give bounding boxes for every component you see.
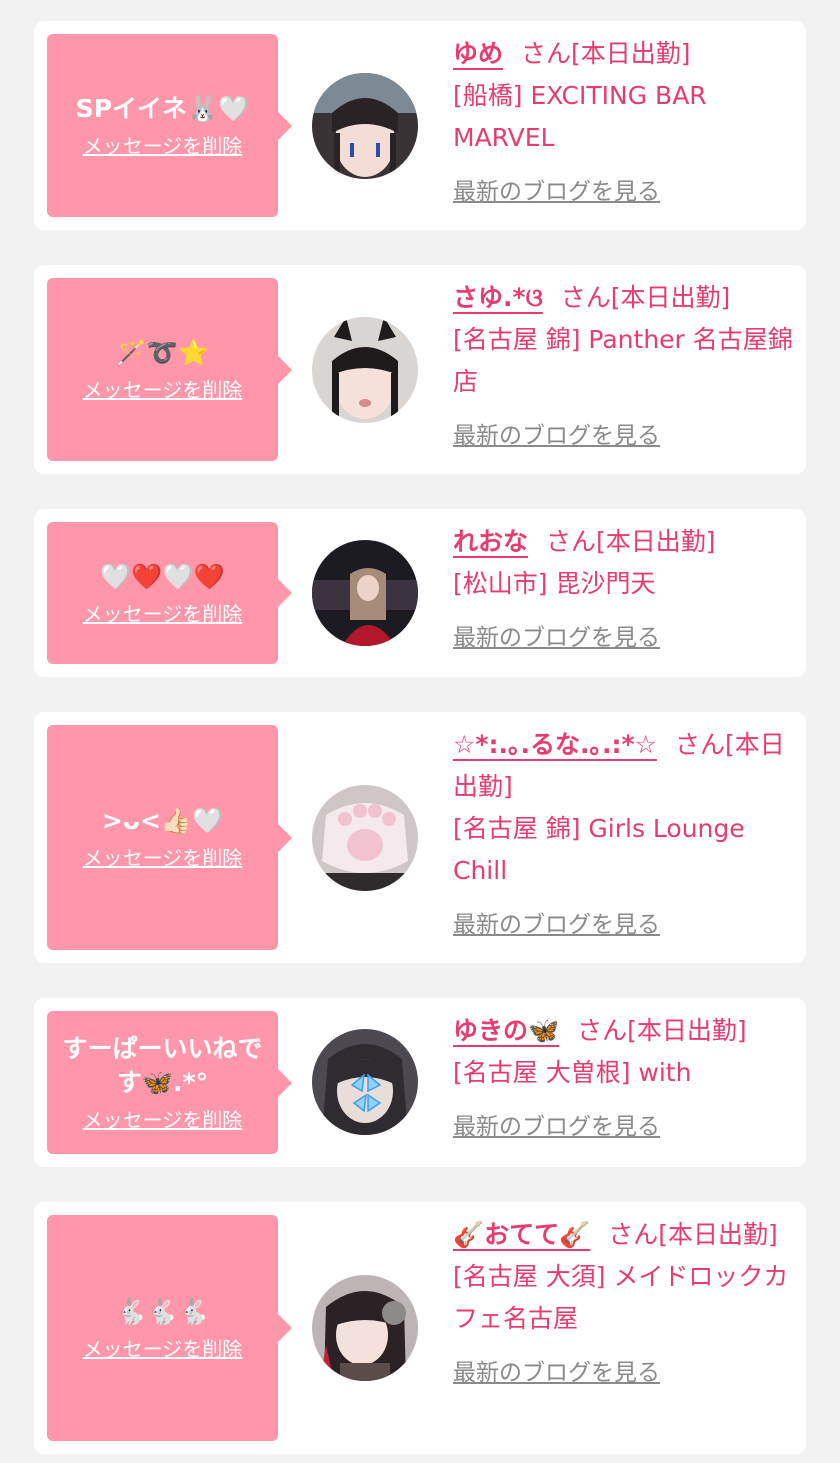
delete-message-link[interactable]: メッセージを削除 [83,374,243,403]
cast-info: 🎸おてて🎸 さん[本日出勤] [名古屋 大須] メイドロックカフェ名古屋 最新のブ… [453,1214,798,1394]
avatar[interactable] [312,317,418,423]
avatar[interactable] [312,1275,418,1381]
list-item: SPイイネ🐰🤍 メッセージを削除 ゆめ さん[本日出勤] [船橋] EXCITIN… [34,21,806,230]
cast-status: さん[本日出勤] [521,39,691,68]
shop-name: [船橋] EXCITING BAR MARVEL [453,81,707,152]
cast-name-link[interactable]: ゆめ [453,39,503,68]
latest-blog-link[interactable]: 最新のブログを見る [453,171,660,213]
avatar[interactable] [312,540,418,646]
cast-info: さゆ.*ଓ さん[本日出勤] [名古屋 錦] Panther 名古屋錦店 最新のブ… [453,277,798,457]
cast-status: さん[本日出勤] [560,283,731,312]
avatar[interactable] [312,785,418,891]
message-bubble: 🐇🐇🐇 メッセージを削除 [47,1215,292,1441]
delete-message-link[interactable]: メッセージを削除 [83,1333,243,1362]
message-bubble: >ᴗ<👍🏻🤍 メッセージを削除 [47,725,292,950]
avatar[interactable] [312,73,418,179]
cast-name-link[interactable]: 🎸おてて🎸 [453,1220,590,1249]
latest-blog-link[interactable]: 最新のブログを見る [453,904,660,946]
cast-info: れおな さん[本日出勤] [松山市] 毘沙門天 最新のブログを見る [453,521,798,659]
list-item: 🐇🐇🐇 メッセージを削除 🎸おてて🎸 さん[本日出勤] [名古屋 大須] メイドロ… [34,1202,806,1454]
list-item: >ᴗ<👍🏻🤍 メッセージを削除 ☆*:.｡.るな.｡.:*☆ さん[本日出勤] [… [34,712,806,963]
cast-name-link[interactable]: さゆ.*ଓ [453,283,543,312]
latest-blog-link[interactable]: 最新のブログを見る [453,617,660,659]
delete-message-link[interactable]: メッセージを削除 [83,598,243,627]
cast-status: さん[本日出勤] [577,1016,747,1045]
delete-message-link[interactable]: メッセージを削除 [83,842,243,871]
message-text: 🤍❤️🤍❤️ [100,561,225,591]
latest-blog-link[interactable]: 最新のブログを見る [453,1106,660,1148]
delete-message-link[interactable]: メッセージを削除 [83,1104,243,1133]
list-item: 🤍❤️🤍❤️ メッセージを削除 れおな さん[本日出勤] [松山市] 毘沙門天 最… [34,509,806,677]
message-bubble: 🤍❤️🤍❤️ メッセージを削除 [47,522,292,664]
list-item: 🪄➰⭐ メッセージを削除 さゆ.*ଓ さん[本日出勤] [名古屋 錦] Panth… [34,265,806,474]
shop-name: [名古屋 錦] Girls Lounge Chill [453,814,745,885]
message-bubble: すーぱーいいねです🦋.*° メッセージを削除 [47,1011,292,1154]
latest-blog-link[interactable]: 最新のブログを見る [453,1352,660,1394]
cast-info: ☆*:.｡.るな.｡.:*☆ さん[本日出勤] [名古屋 錦] Girls Lou… [453,724,798,946]
message-text: 🪄➰⭐ [115,338,210,367]
delete-message-link[interactable]: メッセージを削除 [83,130,243,159]
avatar[interactable] [312,1029,418,1135]
shop-name: [松山市] 毘沙門天 [453,569,656,598]
cast-info: ゆきの🦋 さん[本日出勤] [名古屋 大曽根] with 最新のブログを見る [453,1010,798,1148]
message-text: >ᴗ<👍🏻🤍 [101,806,224,835]
cast-name-link[interactable]: ☆*:.｡.るな.｡.:*☆ [453,730,657,759]
shop-name: [名古屋 大須] メイドロックカフェ名古屋 [453,1262,789,1333]
message-text: SPイイネ🐰🤍 [75,94,250,123]
cast-status: さん[本日出勤] [608,1220,778,1249]
shop-name: [名古屋 大曽根] with [453,1058,692,1087]
cast-name-link[interactable]: れおな [453,527,528,556]
message-bubble: SPイイネ🐰🤍 メッセージを削除 [47,34,292,217]
message-text: すーぱーいいねです🦋.*° [62,1034,263,1097]
cast-status: さん[本日出勤] [546,527,716,556]
list-item: すーぱーいいねです🦋.*° メッセージを削除 ゆきの🦋 さん[本日出勤] [名古屋… [34,998,806,1167]
message-text: 🐇🐇🐇 [115,1296,210,1326]
shop-name: [名古屋 錦] Panther 名古屋錦店 [453,325,793,396]
message-bubble: 🪄➰⭐ メッセージを削除 [47,278,292,461]
cast-info: ゆめ さん[本日出勤] [船橋] EXCITING BAR MARVEL 最新のブ… [453,33,798,213]
cast-name-link[interactable]: ゆきの🦋 [453,1016,559,1045]
latest-blog-link[interactable]: 最新のブログを見る [453,415,660,457]
